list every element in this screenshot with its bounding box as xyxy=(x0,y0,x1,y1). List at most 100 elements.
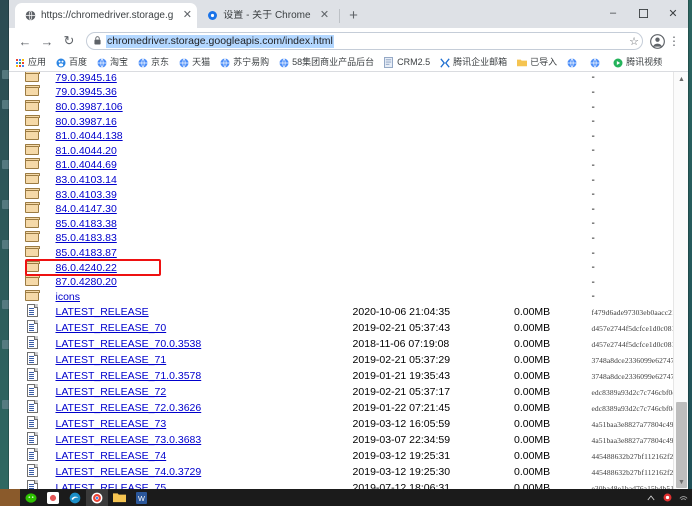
file-dash-cell: - xyxy=(591,232,595,244)
taskbar-item-chrome[interactable] xyxy=(86,489,108,506)
file-name-cell: 84.0.4147.30 xyxy=(55,202,352,217)
table-row: icons - xyxy=(9,289,669,305)
file-name-cell: 79.0.3945.16 xyxy=(55,72,352,85)
file-link[interactable]: LATEST_RELEASE_73.0.3683 xyxy=(55,434,201,446)
bookmark-taobao[interactable]: 淘宝 xyxy=(96,57,128,68)
file-dash-cell: - xyxy=(591,203,595,215)
vertical-scrollbar[interactable]: ▲ ▼ xyxy=(673,72,688,489)
file-link[interactable]: 81.0.4044.138 xyxy=(55,130,122,142)
file-size-cell xyxy=(514,158,591,173)
file-link[interactable]: 81.0.4044.69 xyxy=(55,159,116,171)
bookmark-58-business[interactable]: 58集团商业产品后台 xyxy=(278,57,374,68)
tray-chevron-up-icon[interactable] xyxy=(646,493,656,503)
back-icon[interactable]: ← xyxy=(15,31,35,51)
bookmark-imported-folder[interactable]: 已导入 xyxy=(516,57,557,68)
file-link[interactable]: LATEST_RELEASE_75 xyxy=(55,482,166,489)
address-bar[interactable]: chromedriver.storage.googleapis.com/inde… xyxy=(86,32,643,50)
file-link[interactable]: 85.0.4183.83 xyxy=(55,232,116,244)
windows-taskbar: W xyxy=(0,489,692,506)
bookmark-crm25[interactable]: CRM2.5 xyxy=(383,57,430,68)
file-link[interactable]: 86.0.4240.22 xyxy=(55,262,116,274)
bookmark-suning[interactable]: 苏宁易购 xyxy=(219,57,269,68)
taskbar-item-file-explorer[interactable] xyxy=(108,489,130,506)
new-tab-button[interactable]: + xyxy=(344,5,364,25)
close-icon[interactable]: ✕ xyxy=(319,9,331,22)
file-link[interactable]: LATEST_RELEASE_71 xyxy=(55,354,166,366)
file-size-cell: 0.00MB xyxy=(513,434,551,447)
taskbar-item-word[interactable]: W xyxy=(130,489,152,506)
browser-menu-icon[interactable]: ⋮ xyxy=(666,32,682,50)
file-link[interactable]: 81.0.4044.20 xyxy=(55,145,116,157)
taskbar-item-edge[interactable] xyxy=(64,489,86,506)
file-date-cell xyxy=(353,158,514,173)
bookmarks-bar: 应用 百度 淘宝 京东 天猫 苏宁易购 58集团商业产品后台 CRM2.5 腾讯… xyxy=(9,54,688,72)
folder-icon xyxy=(9,85,55,100)
minimize-button[interactable]: – xyxy=(598,0,628,26)
tab-settings-about-chrome[interactable]: 设置 - 关于 Chrome ✕ xyxy=(197,3,335,28)
file-link[interactable]: 85.0.4183.38 xyxy=(55,218,116,230)
taskbar-item-app-store[interactable] xyxy=(42,489,64,506)
table-row: 79.0.3945.36 - xyxy=(9,85,669,100)
file-link[interactable]: 80.0.3987.16 xyxy=(55,116,116,128)
file-link[interactable]: LATEST_RELEASE_72 xyxy=(55,386,166,398)
file-link[interactable]: 83.0.4103.39 xyxy=(55,189,116,201)
file-link[interactable]: LATEST_RELEASE_74.0.3729 xyxy=(55,466,201,478)
table-row: LATEST_RELEASE_73.0.3683 2019-03-07 22:34… xyxy=(9,432,688,448)
file-link[interactable]: icons xyxy=(55,291,80,303)
reload-icon[interactable]: ↻ xyxy=(59,31,79,51)
document-icon xyxy=(383,57,394,68)
file-link[interactable]: LATEST_RELEASE xyxy=(55,306,148,318)
file-date-cell: 2019-07-12 18:06:31 xyxy=(352,482,451,489)
bookmark-tencent-video[interactable]: 腾讯视频 xyxy=(612,57,662,68)
bookmark-tencent-mail[interactable]: 腾讯企业邮箱 xyxy=(439,57,507,68)
file-link[interactable]: 83.0.4103.14 xyxy=(55,174,116,186)
tray-network-icon[interactable] xyxy=(678,493,688,503)
svg-text:W: W xyxy=(138,493,145,502)
maximize-button[interactable] xyxy=(628,0,658,26)
file-link[interactable]: 85.0.4183.87 xyxy=(55,247,116,259)
forward-icon[interactable]: → xyxy=(37,31,57,51)
file-link[interactable]: 79.0.3945.36 xyxy=(55,86,116,98)
scroll-up-icon[interactable]: ▲ xyxy=(674,72,688,86)
close-icon[interactable]: ✕ xyxy=(181,9,193,22)
tencent-mail-icon xyxy=(439,57,450,68)
folder-icon xyxy=(9,231,55,246)
bookmark-unnamed-1[interactable] xyxy=(566,57,580,68)
bookmark-unnamed-2[interactable] xyxy=(589,57,603,68)
table-row: 85.0.4183.83 - xyxy=(9,231,669,246)
scroll-down-icon[interactable]: ▼ xyxy=(674,475,688,489)
start-button[interactable] xyxy=(0,489,20,506)
bookmark-baidu[interactable]: 百度 xyxy=(55,57,87,68)
page-content: 78.0.3904.70-79.0.3945.16-79.0.3945.36-8… xyxy=(9,72,688,489)
file-link[interactable]: LATEST_RELEASE_74 xyxy=(55,450,166,462)
file-link[interactable]: LATEST_RELEASE_70 xyxy=(55,322,166,334)
bookmark-tmall[interactable]: 天猫 xyxy=(178,57,210,68)
tray-notification-icon[interactable] xyxy=(662,493,672,503)
file-link[interactable]: LATEST_RELEASE_72.0.3626 xyxy=(55,402,201,414)
file-hash-cell: e30ba48e1bad76a15b4b516bd2f501f5 xyxy=(591,483,688,489)
file-date-cell xyxy=(353,187,514,202)
file-link[interactable]: LATEST_RELEASE_70.0.3538 xyxy=(55,338,201,350)
file-link[interactable]: 84.0.4147.30 xyxy=(55,203,116,215)
tab-chromedriver-storage[interactable]: https://chromedriver.storage.g ✕ xyxy=(15,3,198,28)
file-link[interactable]: LATEST_RELEASE_71.0.3578 xyxy=(55,370,201,382)
file-size-cell: 0.00MB xyxy=(513,322,551,335)
file-link[interactable]: 87.0.4280.20 xyxy=(55,276,116,288)
file-hash-cell: edc8389a93d2c7c746cbf0eda0852bea xyxy=(591,403,688,413)
bookmark-apps[interactable]: 应用 xyxy=(14,57,46,68)
globe-icon xyxy=(566,57,577,68)
profile-avatar[interactable] xyxy=(648,32,666,50)
file-size-cell xyxy=(514,85,591,100)
bookmark-star-icon[interactable]: ☆ xyxy=(626,33,642,49)
globe-icon xyxy=(219,57,230,68)
bookmark-jd[interactable]: 京东 xyxy=(137,57,169,68)
globe-icon xyxy=(589,57,600,68)
file-link[interactable]: 79.0.3945.16 xyxy=(55,72,116,84)
file-icon xyxy=(9,352,55,368)
taskbar-item-wechat[interactable] xyxy=(20,489,42,506)
file-link[interactable]: 80.0.3987.106 xyxy=(55,101,122,113)
file-link[interactable]: LATEST_RELEASE_73 xyxy=(55,418,166,430)
close-button[interactable]: ✕ xyxy=(658,0,688,26)
file-date-cell xyxy=(353,85,514,100)
file-size-cell: 0.00MB xyxy=(513,466,551,479)
